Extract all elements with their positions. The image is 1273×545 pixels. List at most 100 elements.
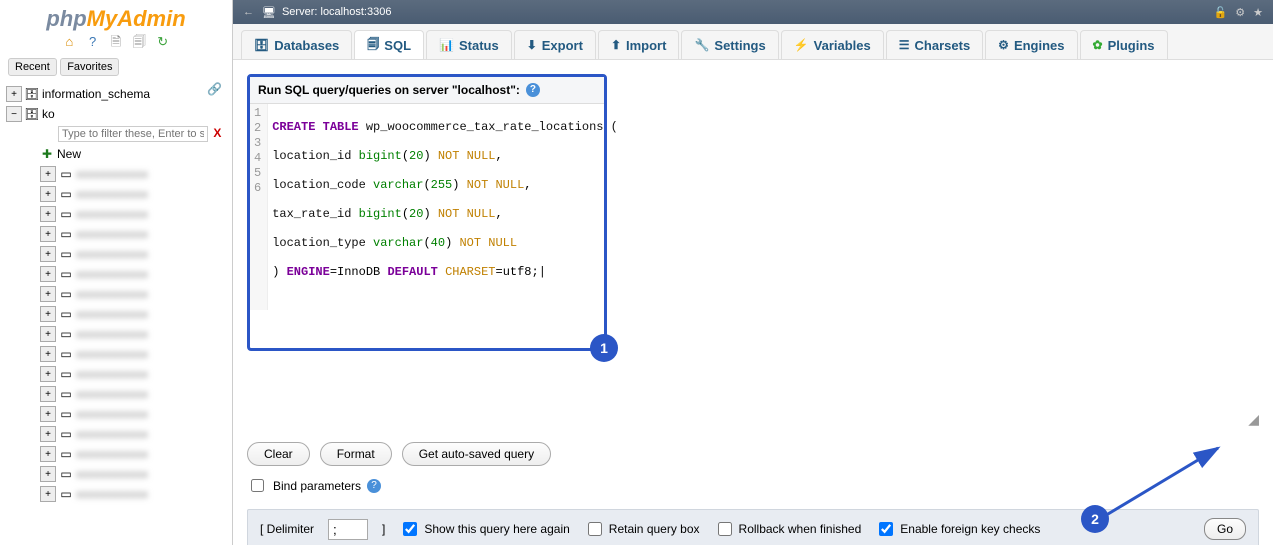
- expand-icon[interactable]: +: [40, 486, 56, 502]
- clear-button[interactable]: Clear: [247, 442, 310, 466]
- link-icon[interactable]: 🔗: [207, 82, 222, 96]
- tab-databases[interactable]: 🗄Databases: [241, 30, 352, 59]
- expand-icon[interactable]: +: [40, 386, 56, 402]
- callout-1: 1: [590, 334, 618, 362]
- recent-button[interactable]: Recent: [8, 58, 57, 76]
- delimiter-label-close: ]: [382, 522, 385, 536]
- tree-item-blurred[interactable]: +▭xxxxxxxxxxxx: [4, 364, 228, 384]
- tree-item-blurred[interactable]: +▭xxxxxxxxxxxx: [4, 424, 228, 444]
- lock-icon[interactable]: 🔓: [1214, 6, 1228, 19]
- expand-icon[interactable]: +: [40, 306, 56, 322]
- table-icon: ▭: [59, 247, 73, 261]
- table-icon: ▭: [59, 207, 73, 221]
- expand-icon[interactable]: +: [40, 206, 56, 222]
- expand-icon[interactable]: +: [40, 426, 56, 442]
- expand-icon[interactable]: +: [40, 266, 56, 282]
- star-icon[interactable]: ★: [1253, 6, 1263, 19]
- retain-checkbox[interactable]: [588, 522, 602, 536]
- tree-item-blurred[interactable]: +▭xxxxxxxxxxxx: [4, 484, 228, 504]
- database-tree[interactable]: 🔗 + 🗄 information_schema − 🗄 ko X ✚ New …: [0, 80, 232, 545]
- expand-icon[interactable]: +: [40, 406, 56, 422]
- tree-item-blurred[interactable]: +▭xxxxxxxxxxxx: [4, 464, 228, 484]
- expand-icon[interactable]: +: [40, 226, 56, 242]
- server-icon: 🖥: [262, 6, 276, 19]
- tab-sql[interactable]: 🗐SQL: [354, 30, 424, 59]
- tab-label: Plugins: [1108, 38, 1155, 53]
- expand-icon[interactable]: +: [40, 366, 56, 382]
- status-icon: 📊: [439, 38, 454, 52]
- table-icon: ▭: [59, 167, 73, 181]
- table-icon: ▭: [59, 487, 73, 501]
- tree-item-blurred[interactable]: +▭xxxxxxxxxxxx: [4, 384, 228, 404]
- help-icon[interactable]: ?: [85, 34, 101, 50]
- tree-item-new[interactable]: ✚ New: [4, 144, 228, 164]
- tree-label-new: New: [57, 147, 81, 161]
- collapse-icon[interactable]: −: [6, 106, 22, 122]
- tab-import[interactable]: ⬆Import: [598, 30, 680, 59]
- format-button[interactable]: Format: [320, 442, 392, 466]
- tab-label: Engines: [1014, 38, 1065, 53]
- logo-part-php: php: [46, 6, 86, 31]
- bind-parameters-row: Bind parameters ?: [247, 476, 1259, 495]
- tab-plugins[interactable]: ✿ Plugins: [1080, 30, 1168, 59]
- tab-variables[interactable]: ⚡Variables: [781, 30, 884, 59]
- tree-item-blurred[interactable]: +▭xxxxxxxxxxxx: [4, 284, 228, 304]
- home-icon[interactable]: ⌂: [61, 34, 77, 50]
- filter-clear-icon[interactable]: X: [213, 126, 221, 140]
- tab-engines[interactable]: ⚙Engines: [985, 30, 1077, 59]
- charsets-icon: ☰: [899, 38, 910, 52]
- tree-item-blurred[interactable]: +▭xxxxxxxxxxxx: [4, 244, 228, 264]
- tab-status[interactable]: 📊Status: [426, 30, 512, 59]
- tree-item-blurred[interactable]: +▭xxxxxxxxxxxx: [4, 444, 228, 464]
- expand-icon[interactable]: +: [40, 246, 56, 262]
- server-name: localhost:3306: [321, 6, 392, 18]
- tab-charsets[interactable]: ☰Charsets: [886, 30, 983, 59]
- doc-icon[interactable]: 🗎: [108, 34, 124, 50]
- sql-icon[interactable]: 🗐: [131, 34, 147, 50]
- tree-item-blurred[interactable]: +▭xxxxxxxxxxxx: [4, 164, 228, 184]
- fk-checkbox[interactable]: [879, 522, 893, 536]
- resize-handle-icon[interactable]: ◢: [1248, 411, 1259, 427]
- delimiter-input[interactable]: [328, 519, 368, 540]
- bind-parameters-checkbox[interactable]: [251, 479, 264, 492]
- expand-icon[interactable]: +: [40, 186, 56, 202]
- tree-item-information-schema[interactable]: + 🗄 information_schema: [4, 84, 228, 104]
- logo-part-my: My: [87, 6, 118, 31]
- tree-item-blurred[interactable]: +▭xxxxxxxxxxxx: [4, 344, 228, 364]
- variables-icon: ⚡: [794, 38, 809, 52]
- expand-icon[interactable]: +: [40, 446, 56, 462]
- tree-item-blurred[interactable]: +▭xxxxxxxxxxxx: [4, 224, 228, 244]
- tree-item-blurred[interactable]: +▭xxxxxxxxxxxx: [4, 324, 228, 344]
- rollback-checkbox[interactable]: [718, 522, 732, 536]
- refresh-icon[interactable]: ↻: [155, 34, 171, 50]
- nav-back-icon[interactable]: ←: [243, 6, 254, 18]
- help-icon[interactable]: ?: [367, 479, 381, 493]
- tree-item-blurred[interactable]: +▭xxxxxxxxxxxx: [4, 404, 228, 424]
- gear-icon[interactable]: ⚙: [1235, 6, 1245, 19]
- sidebar: phpMyAdmin ⌂ ? 🗎 🗐 ↻ Recent Favorites 🔗 …: [0, 0, 233, 545]
- autosaved-button[interactable]: Get auto-saved query: [402, 442, 551, 466]
- favorites-button[interactable]: Favorites: [60, 58, 119, 76]
- tab-settings[interactable]: 🔧Settings: [681, 30, 778, 59]
- tree-item-blurred[interactable]: +▭xxxxxxxxxxxx: [4, 184, 228, 204]
- show-again-checkbox[interactable]: [403, 522, 417, 536]
- tab-export[interactable]: ⬇Export: [514, 30, 596, 59]
- tree-item-blurred[interactable]: +▭xxxxxxxxxxxx: [4, 264, 228, 284]
- tree-item-blurred[interactable]: +▭xxxxxxxxxxxx: [4, 304, 228, 324]
- plugins-icon: ✿: [1093, 38, 1103, 52]
- go-button[interactable]: Go: [1204, 518, 1246, 540]
- help-icon[interactable]: ?: [526, 83, 540, 97]
- tree-item-blurred[interactable]: +▭xxxxxxxxxxxx: [4, 204, 228, 224]
- expand-icon[interactable]: +: [40, 166, 56, 182]
- sql-editor[interactable]: 1 2 3 4 5 6 CREATE TABLE wp_woocommerce_…: [250, 104, 604, 310]
- tree-filter-input[interactable]: [58, 126, 208, 142]
- import-icon: ⬆: [611, 38, 621, 52]
- expand-icon[interactable]: +: [40, 346, 56, 362]
- logo[interactable]: phpMyAdmin: [0, 0, 232, 34]
- expand-icon[interactable]: +: [40, 466, 56, 482]
- sql-code[interactable]: CREATE TABLE wp_woocommerce_tax_rate_loc…: [268, 104, 622, 310]
- tree-item-ko[interactable]: − 🗄 ko: [4, 104, 228, 124]
- expand-icon[interactable]: +: [6, 86, 22, 102]
- expand-icon[interactable]: +: [40, 286, 56, 302]
- expand-icon[interactable]: +: [40, 326, 56, 342]
